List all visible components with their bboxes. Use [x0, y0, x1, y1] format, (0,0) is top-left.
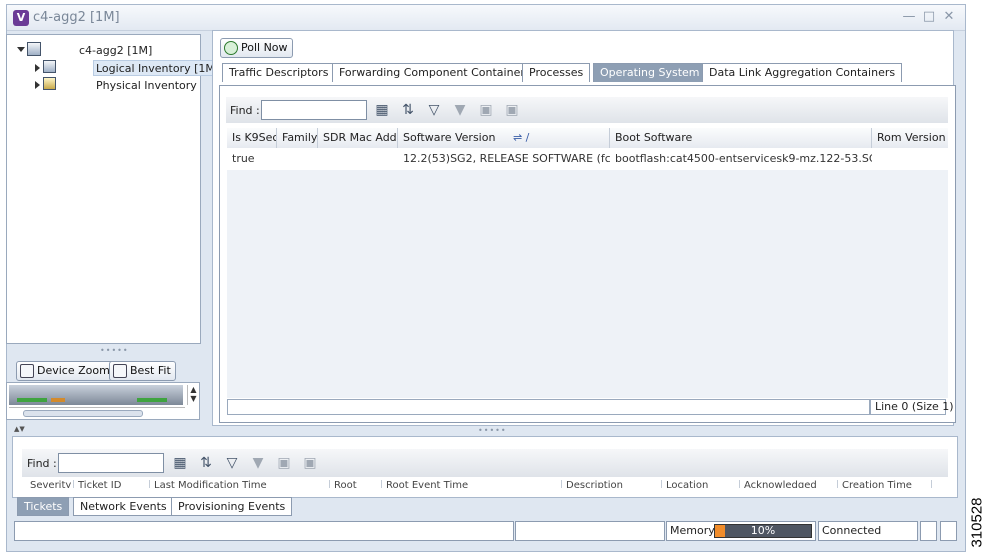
figure-id: 310528	[968, 496, 990, 556]
events-column-header[interactable]: Description	[562, 480, 662, 488]
status-indicator	[940, 521, 957, 541]
logical-inventory-icon	[43, 60, 56, 73]
filter-icon[interactable]: ▽	[224, 455, 240, 471]
collapse-icon[interactable]	[35, 81, 40, 89]
scroll-thumb[interactable]	[23, 410, 143, 417]
events-find-toolbar: Find : ▦ ⇅ ▽ ▼ ▣ ▣	[22, 449, 948, 477]
advanced-filter-icon[interactable]: ▼	[452, 102, 468, 118]
inventory-tree[interactable]: c4-agg2 [1M] Logical Inventory [1M] Phys…	[6, 34, 223, 344]
minimap-hscrollbar[interactable]	[9, 407, 185, 419]
tab-processes[interactable]: Processes	[522, 63, 591, 82]
filter-icon[interactable]: ▽	[426, 102, 442, 118]
export-all-icon[interactable]: ▣	[302, 455, 318, 471]
table-footer	[227, 399, 870, 415]
memory-label: Memory:	[670, 524, 718, 537]
device-icon	[27, 42, 41, 56]
best-fit-label: Best Fit	[130, 364, 171, 377]
expand-icon[interactable]	[17, 47, 25, 52]
overview-minimap[interactable]: ▲ ▼	[6, 382, 200, 420]
minimap-vscrollbar[interactable]: ▲ ▼	[187, 385, 199, 405]
minimap-view[interactable]	[9, 385, 183, 405]
export-icon[interactable]: ▣	[478, 102, 494, 118]
splitter-handle[interactable]: •••••	[100, 346, 129, 355]
physical-inventory-icon	[43, 77, 56, 90]
cell-software-version: 12.2(53)SG2, RELEASE SOFTWARE (fc1)	[403, 152, 610, 165]
device-zoom-button[interactable]: Device Zoom	[16, 361, 115, 381]
connection-status: Connected	[818, 521, 918, 541]
figure-id-text: 310528	[968, 497, 986, 548]
cell-is-k9sec: true	[232, 152, 255, 165]
tree-item-logical-inventory[interactable]: Logical Inventory [1M]	[93, 60, 223, 76]
device-zoom-label: Device Zoom	[37, 364, 110, 377]
events-column-header[interactable]: Last Modification Time	[150, 480, 330, 488]
minimap-node	[17, 398, 47, 402]
status-message	[14, 521, 514, 541]
sort-icon[interactable]: ⇅	[400, 102, 416, 118]
column-header-boot-software[interactable]: Boot Software	[610, 128, 872, 148]
events-find-input[interactable]	[58, 453, 164, 473]
splitter-handle[interactable]: •••••	[478, 426, 507, 435]
tab-operating-system[interactable]: Operating System	[593, 63, 707, 82]
export-icon[interactable]: ▣	[276, 455, 292, 471]
window-title: c4-agg2 [1M]	[33, 10, 120, 25]
find-toolbar: Find : ▦ ⇅ ▽ ▼ ▣ ▣	[226, 97, 948, 123]
sort-order-icon: ⇌ /	[512, 131, 530, 144]
title-bar[interactable]: V c4-agg2 [1M] — □ ✕	[7, 5, 965, 31]
collapse-arrows-icon[interactable]: ▲▼	[14, 425, 25, 433]
best-fit-button[interactable]: Best Fit	[109, 361, 176, 381]
status-field	[515, 521, 665, 541]
tree-root-label[interactable]: c4-agg2 [1M]	[79, 43, 152, 59]
refresh-icon	[224, 41, 238, 55]
table-properties-icon[interactable]: ▦	[374, 102, 390, 118]
tab-tickets[interactable]: Tickets	[17, 497, 70, 516]
table-empty-area	[227, 170, 948, 398]
events-column-header[interactable]: Ticket ID	[74, 480, 150, 488]
table-properties-icon[interactable]: ▦	[172, 455, 188, 471]
poll-now-label: Poll Now	[241, 41, 288, 54]
collapse-icon[interactable]	[35, 64, 40, 72]
maximize-icon[interactable]: □	[921, 9, 937, 25]
tab-provisioning-events[interactable]: Provisioning Events	[171, 497, 293, 516]
app-logo-icon: V	[13, 10, 29, 26]
tab-network-events[interactable]: Network Events	[73, 497, 174, 516]
status-indicator	[920, 521, 937, 541]
events-column-header[interactable]: Acknowledged	[740, 480, 838, 488]
poll-now-button[interactable]: Poll Now	[220, 38, 293, 58]
row-count-label: Line 0 (Size 1)	[870, 399, 954, 415]
minimize-icon[interactable]: —	[901, 9, 917, 25]
column-header-rom-version[interactable]: Rom Version	[872, 128, 948, 148]
events-column-header[interactable]: Root	[330, 480, 382, 488]
export-all-icon[interactable]: ▣	[504, 102, 520, 118]
events-column-header[interactable]: Creation Time	[838, 480, 932, 488]
minimap-node	[51, 398, 65, 402]
software-version-label: Software Version	[403, 131, 496, 144]
column-header-software-version[interactable]: Software Version ⇌ /	[398, 128, 610, 148]
cell-family	[277, 150, 318, 168]
cell-boot-software: bootflash:cat4500-entservicesk9-mz.122-5…	[615, 152, 872, 165]
find-input[interactable]	[261, 100, 367, 120]
magnifier-icon	[20, 364, 34, 378]
memory-bar: 10%	[714, 524, 812, 538]
events-find-label: Find :	[27, 457, 57, 470]
events-column-header[interactable]: Root Event Time	[382, 480, 562, 488]
events-column-header[interactable]: Severity	[26, 480, 74, 488]
tree-item-physical-inventory[interactable]: Physical Inventory	[96, 78, 197, 94]
memory-percent: 10%	[750, 524, 776, 537]
tab-data-link-aggregation-containers[interactable]: Data Link Aggregation Containers	[702, 63, 903, 82]
column-header-sdr-mac-addr[interactable]: SDR Mac Addr	[318, 128, 398, 148]
minimap-node	[137, 398, 167, 402]
fit-icon	[113, 364, 127, 378]
cell-rom-version	[872, 150, 948, 168]
column-header-is-k9sec[interactable]: Is K9Sec	[227, 128, 277, 148]
sort-icon[interactable]: ⇅	[198, 455, 214, 471]
tab-traffic-descriptors[interactable]: Traffic Descriptors	[222, 63, 336, 82]
column-header-family[interactable]: Family	[277, 128, 318, 148]
cell-sdr-mac-addr	[318, 150, 398, 168]
find-label: Find :	[230, 104, 260, 117]
events-column-header[interactable]: Location	[662, 480, 740, 488]
close-icon[interactable]: ✕	[941, 9, 957, 25]
advanced-filter-icon[interactable]: ▼	[250, 455, 266, 471]
tab-forwarding-component-containers[interactable]: Forwarding Component Containers	[332, 63, 538, 82]
